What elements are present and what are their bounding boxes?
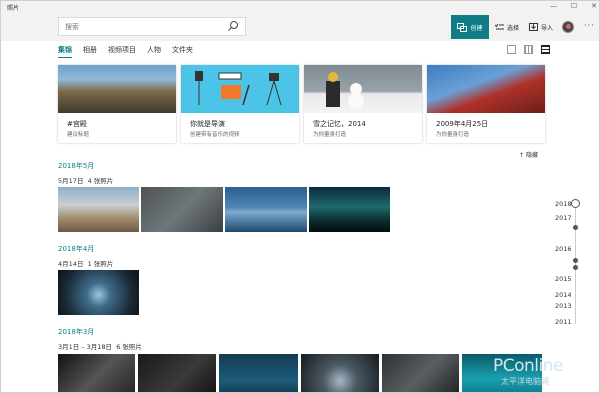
app-title: 照片 [7, 5, 20, 12]
checklist-icon [495, 23, 504, 30]
timeline-year[interactable]: 2014 [555, 291, 572, 299]
section-count: 4 张照片 [87, 177, 114, 185]
tab-video-projects[interactable]: 视频项目 [108, 45, 136, 58]
tab-albums[interactable]: 相册 [83, 45, 97, 58]
timeline-track [575, 204, 576, 324]
photo-thumbnail[interactable] [58, 270, 139, 315]
medium-view-icon[interactable] [524, 45, 533, 54]
album-subtitle: 创建带有音乐的视频 [190, 132, 240, 138]
photo-thumbnail[interactable] [58, 354, 135, 392]
timeline-year[interactable]: 2013 [555, 302, 572, 310]
photo-thumbnail[interactable] [138, 354, 216, 392]
select-button[interactable]: 选择 [495, 15, 519, 39]
section-date-range: 3月1日 – 3月18日 [58, 343, 113, 351]
timeline-scrubber[interactable]: 2018 2017 2016 2015 2014 2013 2011 [555, 198, 580, 328]
album-title: 你就是导演 [190, 120, 225, 128]
album-subtitle: 为你量身打造 [436, 132, 470, 138]
timeline-year[interactable]: 2018 [555, 200, 572, 208]
create-button[interactable]: 创建 [451, 15, 489, 39]
snow-scene [326, 72, 364, 109]
timeline-year[interactable]: 2011 [555, 318, 572, 326]
minimize-button[interactable]: — [550, 2, 557, 10]
section-date-range: 5月17日 [58, 177, 84, 185]
album-cover [58, 65, 176, 113]
album-card[interactable]: #宫殿 建议标题 [58, 65, 176, 143]
small-view-icon[interactable] [541, 45, 550, 54]
timeline-year[interactable]: 2015 [555, 275, 572, 283]
section-date: 4月14日 1 张照片 [58, 258, 113, 268]
create-label: 创建 [470, 24, 483, 32]
timeline-year[interactable]: 2016 [555, 245, 572, 253]
timeline-marker [573, 225, 578, 230]
hide-button[interactable]: ↑ 隐藏 [519, 150, 538, 159]
import-button[interactable]: 导入 [529, 15, 553, 39]
section-date: 3月1日 – 3月18日 6 张照片 [58, 341, 142, 351]
album-title: #宫殿 [67, 120, 87, 128]
photo-thumbnail[interactable] [219, 354, 298, 392]
timeline-marker [573, 265, 578, 270]
tab-people[interactable]: 人物 [147, 45, 161, 58]
album-card[interactable]: 2009年4月25日 为你量身打造 [427, 65, 545, 143]
photos-window: 照片 — ☐ ✕ 搜索 创建 选择 导入 ··· 集锦 相册 视频项目 人物 文… [0, 0, 600, 393]
album-title: 2009年4月25日 [436, 120, 489, 128]
title-bar: 照片 — ☐ ✕ [1, 1, 599, 13]
section-count: 6 张照片 [116, 343, 142, 351]
tab-bar: 集锦 相册 视频项目 人物 文件夹 [58, 45, 193, 58]
view-switcher [507, 45, 550, 54]
album-subtitle: 为你量身打造 [313, 132, 347, 138]
director-illustration [195, 71, 282, 106]
photo-thumbnail[interactable] [225, 187, 307, 232]
photo-thumbnail[interactable] [301, 354, 379, 392]
album-cover [304, 65, 422, 113]
tab-collection[interactable]: 集锦 [58, 45, 72, 58]
more-button[interactable]: ··· [584, 21, 595, 30]
photo-thumbnail[interactable] [141, 187, 223, 232]
close-button[interactable]: ✕ [591, 2, 597, 10]
large-view-icon[interactable] [507, 45, 516, 54]
search-icon[interactable] [227, 20, 239, 32]
create-icon [457, 22, 468, 32]
section-month: 2018年3月 [58, 328, 95, 336]
header: 搜索 创建 选择 导入 ··· [1, 13, 599, 41]
search-input[interactable]: 搜索 [58, 17, 246, 36]
timeline-handle[interactable] [571, 199, 580, 208]
album-cover [427, 65, 545, 113]
avatar[interactable] [562, 21, 574, 33]
section-date-range: 4月14日 [58, 260, 84, 268]
import-icon [529, 23, 538, 31]
select-label: 选择 [507, 24, 520, 32]
watermark-sub: 太平洋电脑网 [501, 377, 549, 386]
album-card[interactable]: 你就是导演 创建带有音乐的视频 [181, 65, 299, 143]
section-date: 5月17日 4 张照片 [58, 175, 113, 185]
album-card[interactable]: 雪之记忆，2014 为你量身打造 [304, 65, 422, 143]
search-placeholder: 搜索 [65, 23, 79, 31]
import-label: 导入 [541, 24, 554, 32]
section-count: 1 张照片 [87, 260, 114, 268]
section-month: 2018年4月 [58, 245, 95, 253]
photo-thumbnail[interactable] [382, 354, 459, 392]
hide-label: 隐藏 [525, 152, 538, 159]
section-month: 2018年5月 [58, 162, 95, 170]
maximize-button[interactable]: ☐ [571, 2, 577, 10]
album-title: 雪之记忆，2014 [313, 120, 366, 128]
timeline-year[interactable]: 2017 [555, 214, 572, 222]
album-subtitle: 建议标题 [67, 132, 90, 138]
watermark-brand: PConline [493, 356, 563, 376]
timeline-marker [573, 258, 578, 263]
photo-thumbnail[interactable] [58, 187, 139, 232]
tab-folders[interactable]: 文件夹 [172, 45, 193, 58]
photo-thumbnail[interactable] [309, 187, 390, 232]
album-cover [181, 65, 299, 113]
